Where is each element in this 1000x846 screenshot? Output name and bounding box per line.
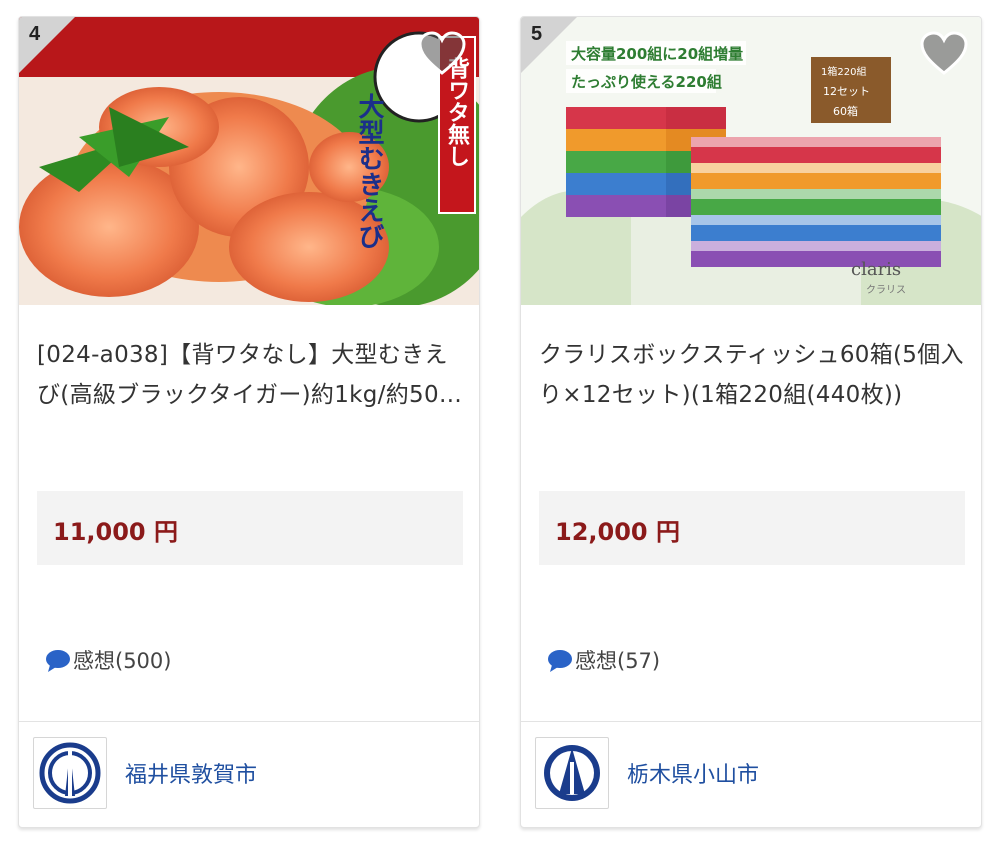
city-emblem (535, 737, 609, 809)
city-link[interactable]: 栃木県小山市 (535, 737, 759, 809)
rank-number: 4 (29, 23, 41, 45)
city-emblem (33, 737, 107, 809)
review-link[interactable]: 感想(57) (547, 645, 660, 675)
brand-text: claris (851, 259, 901, 280)
price: 11,000 円 (53, 518, 178, 546)
rank-badge (19, 17, 75, 73)
city-emblem-icon (544, 745, 600, 801)
city-link[interactable]: 福井県敦賀市 (33, 737, 257, 809)
product-title[interactable]: クラリスボックスティッシュ60箱(5個入り×12セット)(1箱220組(440枚… (539, 335, 969, 415)
sign-text-2: 12セット (823, 85, 870, 98)
image-text-line1: 大容量200組に20組増量 (571, 45, 743, 63)
heart-icon (418, 31, 466, 75)
price-box: 12,000 円 (539, 491, 965, 565)
product-card[interactable]: 大型むきえび 背ワタ無し 4 [024-a038]【背ワタなし】大型むきえび(高… (18, 16, 480, 828)
image-text-main: 大型むきえび (354, 93, 384, 249)
city-name: 栃木県小山市 (627, 763, 760, 788)
rank-number: 5 (531, 23, 543, 45)
product-title[interactable]: [024-a038]【背ワタなし】大型むきえび(高級ブラックタイガー)約1kg/… (37, 335, 467, 415)
favorite-button[interactable] (417, 31, 467, 77)
product-card[interactable]: 大容量200組に20組増量 たっぷり使える220組 1箱220組 12セット 6… (520, 16, 982, 828)
image-text-line2: たっぷり使える220組 (571, 73, 722, 91)
sign-text-3: 60箱 (833, 104, 858, 118)
speech-bubble-icon (548, 650, 572, 672)
product-image[interactable]: 大容量200組に20組増量 たっぷり使える220組 1箱220組 12セット 6… (521, 17, 981, 305)
review-count: 感想(57) (575, 649, 661, 673)
divider (521, 721, 981, 722)
review-link[interactable]: 感想(500) (45, 645, 171, 675)
city-name: 福井県敦賀市 (125, 763, 258, 788)
divider (19, 721, 479, 722)
product-image[interactable]: 大型むきえび 背ワタ無し (19, 17, 479, 305)
favorite-button[interactable] (919, 31, 969, 77)
review-count: 感想(500) (73, 649, 172, 673)
sign-text-1: 1箱220組 (821, 65, 866, 78)
price-box: 11,000 円 (37, 491, 463, 565)
brand-kana: クラリス (866, 284, 906, 296)
heart-icon (920, 31, 968, 75)
price: 12,000 円 (555, 518, 680, 546)
city-emblem-icon (39, 742, 101, 804)
rank-badge (521, 17, 577, 73)
speech-bubble-icon (46, 650, 70, 672)
